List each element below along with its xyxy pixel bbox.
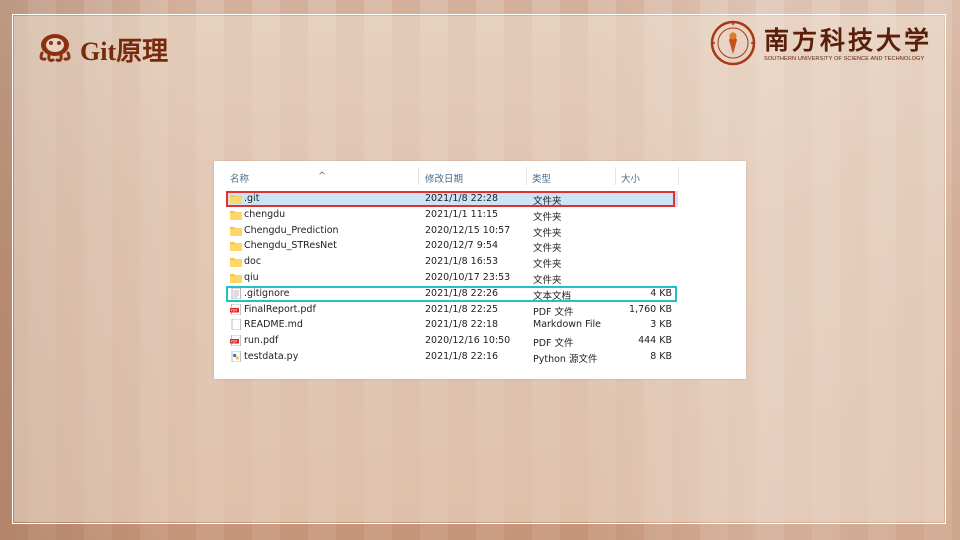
file-row[interactable]: .git 2021/1/8 22:28 文件夹 xyxy=(228,191,678,207)
column-header-bar: 名称 ^ 修改日期 类型 大小 xyxy=(214,161,746,187)
file-type: Python 源文件 xyxy=(533,353,598,365)
file-type: 文件夹 xyxy=(533,211,562,223)
column-divider[interactable] xyxy=(526,167,527,185)
python-file-icon xyxy=(230,350,242,363)
column-divider[interactable] xyxy=(678,167,679,185)
pdf-icon: PDF xyxy=(230,303,242,315)
folder-icon xyxy=(230,256,242,268)
file-size: 444 KB xyxy=(638,335,672,347)
file-row[interactable]: Chengdu_Prediction 2020/12/15 10:57 文件夹 xyxy=(228,223,678,239)
folder-icon xyxy=(230,272,242,283)
svg-text:PDF: PDF xyxy=(231,340,238,344)
file-row[interactable]: doc 2021/1/8 16:53 文件夹 xyxy=(228,254,678,270)
column-header-date[interactable]: 修改日期 xyxy=(425,171,463,185)
file-modified-date: 2021/1/1 11:15 xyxy=(425,208,499,220)
text-file-icon xyxy=(230,287,242,300)
file-modified-date: 2020/12/16 10:50 xyxy=(425,335,511,347)
file-size: 8 KB xyxy=(650,350,672,362)
slide-header: Git原理 xyxy=(36,30,168,68)
file-name: qiu xyxy=(244,271,259,283)
file-type: 文件夹 xyxy=(533,274,562,286)
file-modified-date: 2020/12/7 9:54 xyxy=(425,240,499,252)
folder-icon xyxy=(230,240,242,252)
file-type: 文件夹 xyxy=(533,259,562,271)
file-name: Chengdu_STResNet xyxy=(244,240,337,252)
file-type: Markdown File xyxy=(533,319,601,331)
column-header-name[interactable]: 名称 xyxy=(230,171,249,185)
university-logo: 南方科技大学 SOUTHERN UNIVERSITY OF SCIENCE AN… xyxy=(710,20,932,71)
slide-title: Git原理 xyxy=(80,36,169,66)
file-name: run.pdf xyxy=(244,335,279,347)
file-name: .gitignore xyxy=(244,287,290,299)
file-name: README.md xyxy=(244,319,303,331)
column-header-size[interactable]: 大小 xyxy=(621,171,640,185)
file-name: Chengdu_Prediction xyxy=(244,224,339,236)
file-modified-date: 2020/10/17 23:53 xyxy=(425,271,511,283)
file-row[interactable]: chengdu 2021/1/1 11:15 文件夹 xyxy=(228,207,678,223)
university-name-cn: 南方科技大学 xyxy=(763,26,932,55)
file-modified-date: 2021/1/8 22:26 xyxy=(425,287,499,299)
file-size: 3 KB xyxy=(650,319,672,331)
university-seal-icon xyxy=(710,20,756,71)
pdf-icon: PDF xyxy=(230,334,242,347)
file-name: FinalReport.pdf xyxy=(244,303,316,315)
octopus-logo-icon xyxy=(36,31,74,68)
file-type: PDF 文件 xyxy=(533,306,574,318)
file-modified-date: 2020/12/15 10:57 xyxy=(425,224,511,236)
file-type: 文件夹 xyxy=(533,243,562,255)
file-name: testdata.py xyxy=(244,350,299,362)
file-modified-date: 2021/1/8 22:28 xyxy=(425,193,499,204)
file-type: 文件夹 xyxy=(533,227,562,239)
file-name: chengdu xyxy=(244,208,286,220)
file-explorer-list: 名称 ^ 修改日期 类型 大小 .git 2021/1/8 22:28 文件夹 che… xyxy=(214,161,746,379)
file-row[interactable]: PDF run.pdf 2020/12/16 10:50 PDF 文件 444 KB xyxy=(228,333,678,349)
folder-icon xyxy=(230,225,242,236)
file-rows: .git 2021/1/8 22:28 文件夹 chengdu 2021/1/1 11:… xyxy=(228,191,678,365)
file-type: 文本文档 xyxy=(533,290,572,302)
folder-icon xyxy=(230,209,242,220)
svg-text:PDF: PDF xyxy=(231,308,238,312)
file-size: 1,760 KB xyxy=(629,303,672,315)
sort-ascending-icon: ^ xyxy=(318,171,326,182)
file-row[interactable]: qiu 2020/10/17 23:53 文件夹 xyxy=(228,270,678,286)
folder-icon xyxy=(230,193,242,204)
file-row[interactable]: Chengdu_STResNet 2020/12/7 9:54 文件夹 xyxy=(228,238,678,254)
column-header-type[interactable]: 类型 xyxy=(532,171,551,185)
file-modified-date: 2021/1/8 22:18 xyxy=(425,319,499,331)
file-modified-date: 2021/1/8 22:16 xyxy=(425,350,499,362)
file-row[interactable]: testdata.py 2021/1/8 22:16 Python 源文件 8 KB xyxy=(228,349,678,365)
file-row[interactable]: PDF FinalReport.pdf 2021/1/8 22:25 PDF 文件 1,… xyxy=(228,302,678,318)
file-row[interactable]: README.md 2021/1/8 22:18 Markdown File 3 KB xyxy=(228,317,678,333)
column-divider[interactable] xyxy=(615,167,616,185)
file-icon xyxy=(230,319,242,331)
file-size: 4 KB xyxy=(650,287,672,299)
file-type: PDF 文件 xyxy=(533,338,574,350)
file-name: doc xyxy=(244,256,262,268)
file-name: .git xyxy=(244,193,260,204)
university-name-en: SOUTHERN UNIVERSITY OF SCIENCE AND TECHN… xyxy=(763,56,925,62)
file-type: 文件夹 xyxy=(533,196,562,207)
file-modified-date: 2021/1/8 22:25 xyxy=(425,303,499,315)
file-row[interactable]: .gitignore 2021/1/8 22:26 文本文档 4 KB xyxy=(228,286,678,302)
file-modified-date: 2021/1/8 16:53 xyxy=(425,256,499,268)
column-divider[interactable] xyxy=(418,167,419,185)
